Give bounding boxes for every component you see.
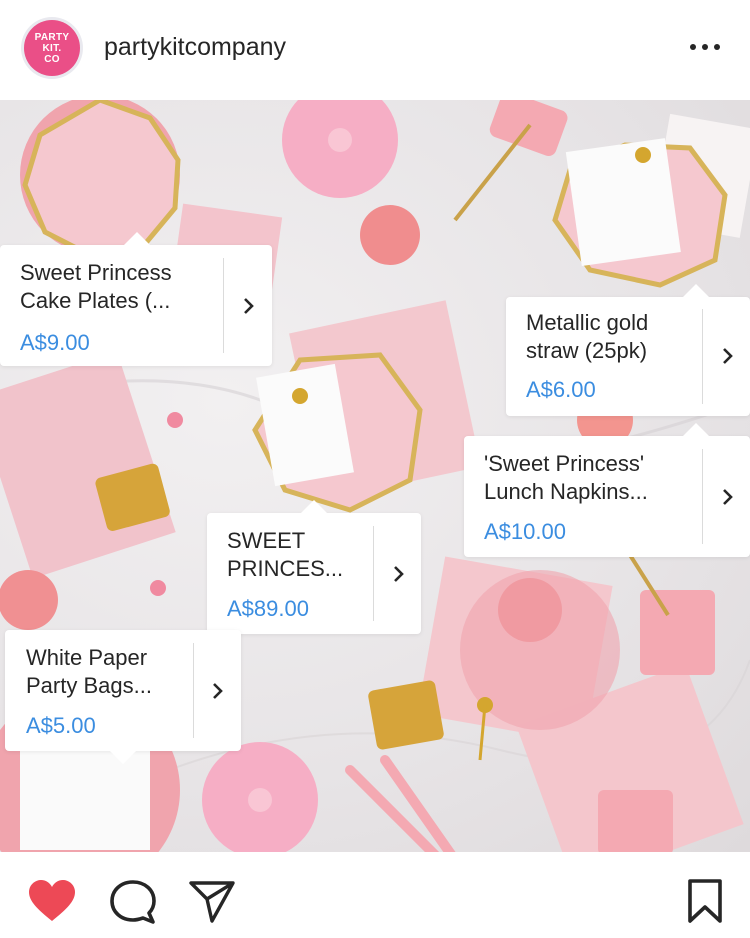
logo-line-2: KIT. (42, 42, 62, 54)
chevron-right-icon[interactable] (387, 563, 409, 585)
product-price: A$6.00 (526, 377, 596, 402)
tag-divider (702, 309, 703, 404)
tag-divider (373, 526, 374, 621)
action-bar (0, 852, 750, 938)
product-tag[interactable]: 'Sweet Princess' Lunch Napkins... A$10.0… (464, 423, 750, 557)
product-name: 'Sweet Princess' Lunch Napkins... (484, 451, 648, 504)
product-name: Sweet Princess Cake Plates (... (20, 260, 172, 313)
bookmark-icon[interactable] (687, 878, 723, 924)
product-name: White Paper Party Bags... (26, 645, 152, 698)
tag-pointer (683, 284, 709, 297)
logo-line-3: CO (44, 53, 60, 65)
tag-divider (702, 449, 703, 544)
more-horizontal-icon[interactable] (690, 44, 720, 52)
heart-filled-icon[interactable] (27, 879, 77, 923)
comment-icon[interactable] (109, 879, 157, 925)
product-price: A$10.00 (484, 519, 566, 544)
product-price: A$9.00 (20, 330, 90, 355)
product-price: A$89.00 (227, 596, 309, 621)
product-tag[interactable]: SWEET PRINCES... A$89.00 (207, 500, 421, 634)
tag-divider (193, 643, 194, 738)
avatar[interactable]: PARTY KIT. CO (21, 17, 83, 79)
tag-pointer (683, 423, 709, 436)
chevron-right-icon[interactable] (237, 295, 259, 317)
brand-logo: PARTY KIT. CO (24, 20, 80, 76)
product-name: Metallic gold straw (25pk) (526, 310, 649, 363)
product-name: SWEET PRINCES... (227, 528, 344, 581)
tag-pointer (301, 500, 327, 513)
tag-pointer (110, 751, 136, 764)
chevron-right-icon[interactable] (716, 345, 738, 367)
tag-divider (223, 258, 224, 353)
logo-line-1: PARTY (34, 31, 70, 43)
product-tag[interactable]: Sweet Princess Cake Plates (... A$9.00 (0, 232, 272, 366)
send-icon[interactable] (188, 880, 236, 924)
tag-pointer (124, 232, 150, 245)
product-tag[interactable]: White Paper Party Bags... A$5.00 (5, 630, 241, 764)
post-photo[interactable]: Sweet Princess Cake Plates (... A$9.00 M… (0, 100, 750, 852)
product-price: A$5.00 (26, 713, 96, 738)
chevron-right-icon[interactable] (716, 486, 738, 508)
post-header: PARTY KIT. CO partykitcompany (0, 0, 750, 100)
product-tag[interactable]: Metallic gold straw (25pk) A$6.00 (506, 284, 750, 416)
username[interactable]: partykitcompany (104, 33, 286, 62)
chevron-right-icon[interactable] (206, 680, 228, 702)
